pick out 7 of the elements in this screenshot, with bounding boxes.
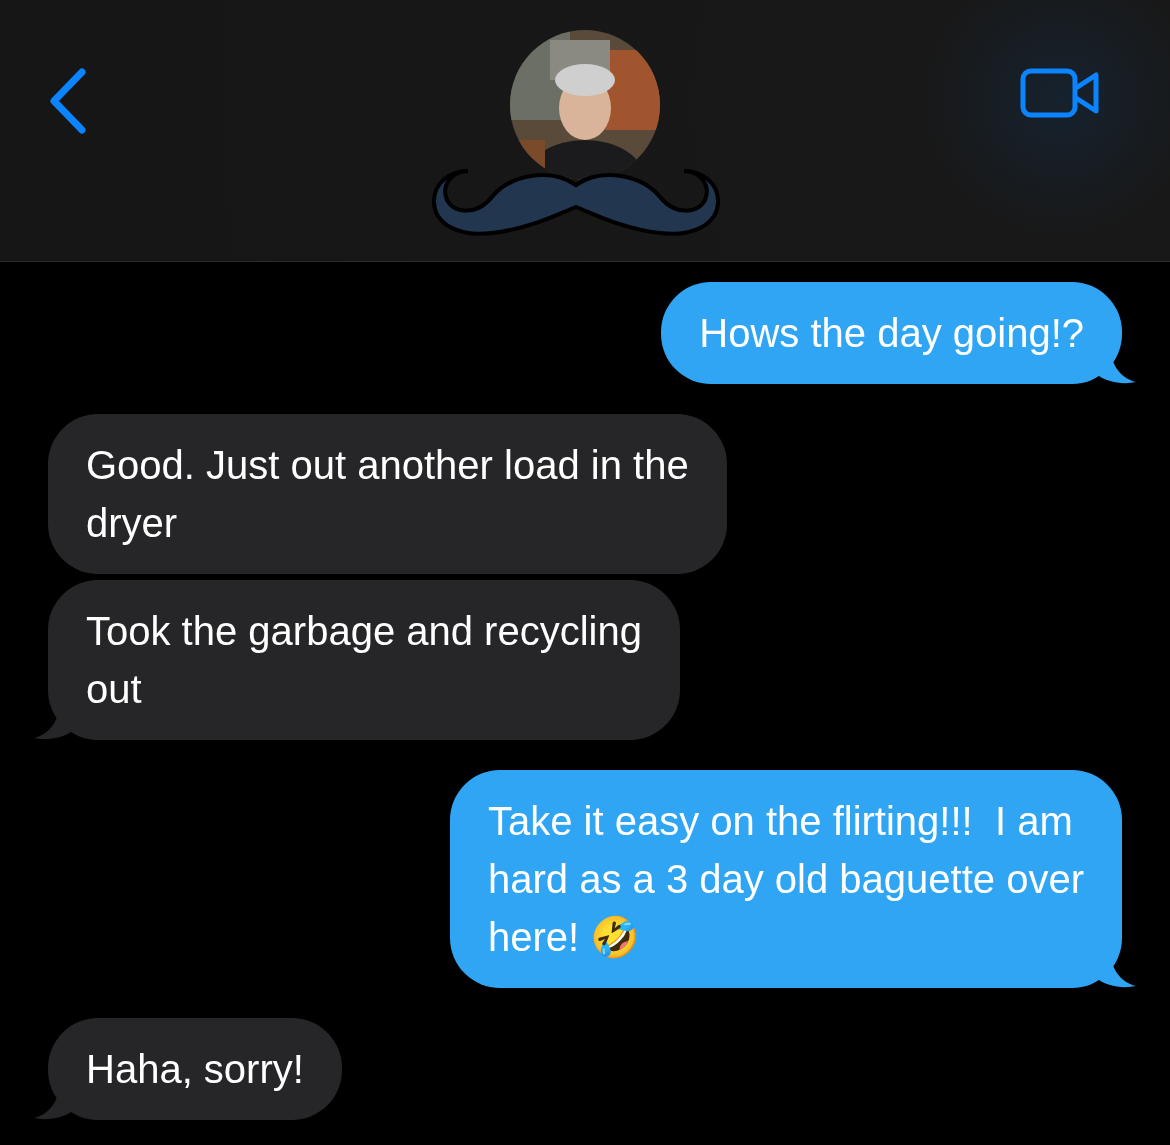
video-camera-icon[interactable]: [1020, 68, 1100, 118]
message-bubble: Take it easy on the flirting!!! I am hard as a 3 day old baguette over here! 🤣: [450, 770, 1122, 988]
message-bubble: Good. Just out another load in the dryer: [48, 414, 727, 574]
back-button[interactable]: [48, 68, 88, 134]
message-bubble: Hows the day going!?: [661, 282, 1122, 384]
message-bubble: Haha, sorry!: [48, 1018, 342, 1120]
message-bubble: Took the garbage and recycling out: [48, 580, 680, 740]
